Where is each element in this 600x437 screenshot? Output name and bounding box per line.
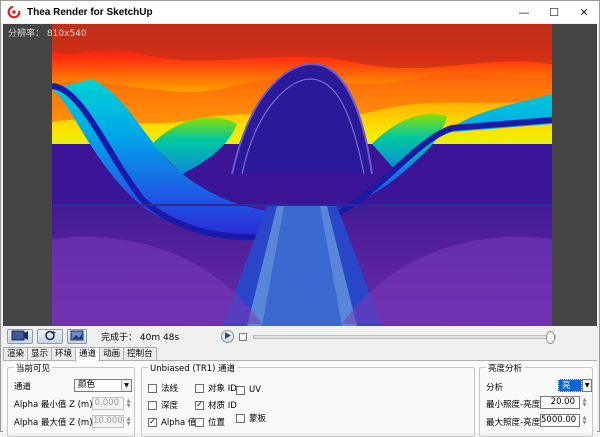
uv-checkbox[interactable]: UV (236, 385, 261, 395)
alpha-max-label: Alpha 最大值 Z (m) (14, 418, 93, 428)
auto-check[interactable] (239, 332, 248, 341)
brightness-analysis-title: 亮度分析 (486, 362, 525, 374)
mask-checkbox[interactable]: 蒙板 (236, 412, 266, 424)
resolution-label: 分辨率： 810x540 (8, 29, 87, 39)
render-viewport[interactable]: 分辨率： 810x540 (3, 24, 597, 326)
analysis-select[interactable]: 亮度 ▼ (558, 379, 592, 404)
render-frame-icon (11, 330, 29, 344)
analysis-label: 分析 (486, 383, 504, 393)
play-button[interactable] (221, 330, 235, 343)
spin-arrows-icon[interactable]: ▲ ▼ (125, 397, 132, 410)
render-image (52, 24, 552, 326)
depth-checkbox[interactable]: 深度 (148, 399, 178, 411)
object-id-checkbox[interactable]: 对象 ID (195, 382, 237, 394)
unbiased-channels-title: Unbiased (TR1) 通道 (148, 362, 238, 374)
current-visible-group: 当前可见 通道 颜色 ▼ Alpha 最小值 Z (m) 0.000 ▲ ▼ Al… (7, 362, 135, 437)
material-id-checkbox[interactable]: ✓ 材质 ID (195, 399, 237, 411)
min-illuminance-input[interactable]: 20.00 (540, 396, 580, 409)
brightness-analysis-group: 亮度分析 分析 亮度 ▼ 最小照度-亮度 20.00 ▲▼ 最大照度-亮度 50… (479, 362, 593, 437)
title-bar[interactable]: Thea Render for SketchUp — ☐ ✕ (1, 1, 599, 23)
thea-logo-icon (7, 5, 21, 19)
channel-select[interactable]: 颜色 ▼ (74, 379, 132, 392)
alpha-min-input[interactable]: 0.000 (92, 397, 124, 410)
channel-label: 通道 (14, 382, 32, 392)
progress-slider-thumb[interactable] (546, 330, 556, 344)
alpha-checkbox[interactable]: ✓ Alpha 值 (148, 416, 196, 428)
max-illuminance-label: 最大照度-亮度 (486, 418, 541, 428)
close-button[interactable]: ✕ (569, 1, 599, 23)
tab-environment[interactable]: 环境 (51, 347, 77, 361)
position-checkbox[interactable]: 位置 (195, 416, 225, 428)
min-illuminance-label: 最小照度-亮度 (486, 400, 541, 410)
chevron-down-icon: ▼ (582, 379, 592, 392)
image-icon (70, 330, 84, 344)
window-title: Thea Render for SketchUp (27, 6, 153, 18)
tab-animation[interactable]: 动画 (99, 347, 125, 361)
normal-checkbox[interactable]: 法线 (148, 382, 178, 394)
checkmark-icon: ✓ (195, 400, 204, 410)
alpha-min-label: Alpha 最小值 Z (m) (14, 400, 93, 410)
analysis-select-value: 亮度 (558, 379, 583, 404)
settings-tabs: 渲染 显示 环境 通道 动画 控制台 (3, 347, 157, 362)
tab-channels[interactable]: 通道 (75, 347, 101, 362)
render-toolbar: 完成于： 40m 48s (3, 327, 597, 346)
play-icon (224, 331, 232, 342)
tab-console[interactable]: 控制台 (123, 347, 157, 361)
checkmark-icon: ✓ (148, 417, 157, 427)
unbiased-channels-group: Unbiased (TR1) 通道 法线 对象 ID UV 深度 ✓ 材质 ID … (141, 362, 475, 437)
status-text: 完成于： 40m 48s (101, 333, 180, 343)
spin-arrows-icon[interactable]: ▲ ▼ (125, 415, 132, 428)
save-image-button[interactable] (67, 329, 87, 344)
render-button[interactable] (7, 329, 33, 344)
minimize-button[interactable]: — (509, 1, 539, 23)
channels-panel: 当前可见 通道 颜色 ▼ Alpha 最小值 Z (m) 0.000 ▲ ▼ Al… (3, 360, 597, 437)
refresh-icon (41, 330, 59, 344)
tab-display[interactable]: 显示 (27, 347, 53, 361)
alpha-max-input[interactable]: 10.000 (92, 415, 124, 428)
chevron-down-icon: ▼ (121, 380, 131, 391)
maximize-button[interactable]: ☐ (539, 1, 569, 23)
current-visible-title: 当前可见 (14, 362, 53, 374)
spin-arrows-icon[interactable]: ▲ ▼ (581, 396, 588, 409)
spin-arrows-icon[interactable]: ▲ ▼ (581, 414, 588, 427)
render-region-button[interactable] (37, 329, 63, 344)
channel-select-value: 颜色 (78, 380, 96, 390)
tab-render[interactable]: 渲染 (3, 347, 29, 361)
max-illuminance-input[interactable]: 5000.00 (540, 414, 580, 427)
progress-slider[interactable] (253, 330, 557, 344)
app-window: Thea Render for SketchUp — ☐ ✕ 分辨率： 810x… (0, 0, 600, 437)
